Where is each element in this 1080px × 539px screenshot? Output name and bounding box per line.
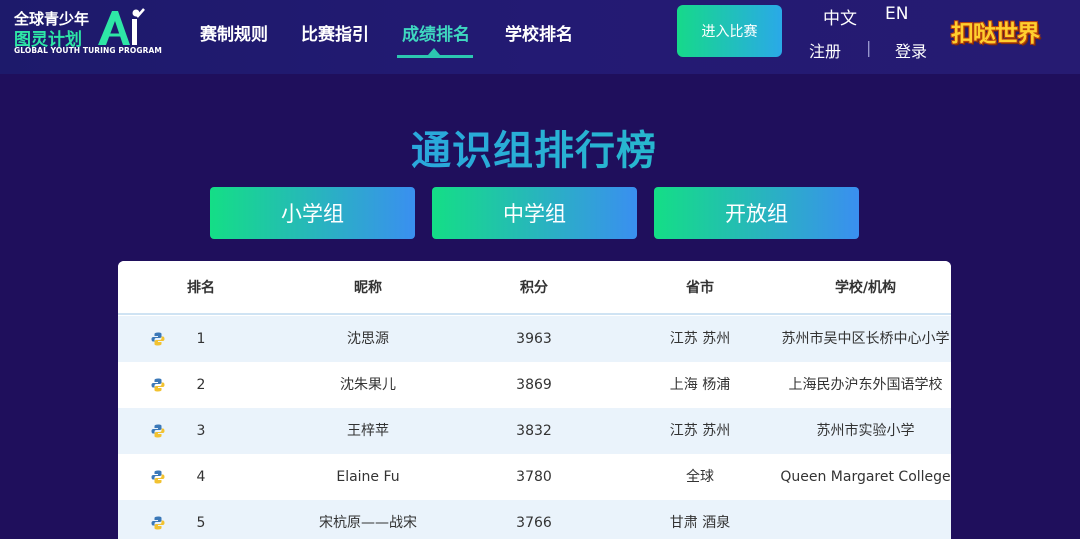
column-header-school: 学校/机构 <box>834 280 897 296</box>
cell-school <box>780 500 951 539</box>
cell-nickname: 宋杭原——战宋 <box>319 515 417 531</box>
cell-school: 苏州市实验小学 <box>816 423 915 439</box>
cell-nickname: Elaine Fu <box>336 469 400 485</box>
tab-primary-group[interactable]: 小学组 <box>210 187 415 239</box>
cell-nickname: 沈朱果儿 <box>340 377 396 393</box>
column-header-rank: 排名 <box>187 280 215 296</box>
python-icon <box>151 378 165 392</box>
auth-divider: | <box>866 38 872 57</box>
cell-school: 上海民办沪东外国语学校 <box>788 377 943 393</box>
nav-rules[interactable]: 赛制规则 <box>200 20 268 45</box>
cell-nickname: 沈思源 <box>347 331 389 347</box>
table-row: 1 沈思源 3963 江苏 苏州 苏州市吴中区长桥中心小学 <box>118 316 951 362</box>
python-icon <box>151 332 165 346</box>
column-header-province: 省市 <box>686 280 714 296</box>
cell-rank: 1 <box>196 331 206 347</box>
cell-rank: 5 <box>196 515 206 531</box>
cell-province: 甘肃 酒泉 <box>669 515 731 531</box>
column-header-nickname: 昵称 <box>354 280 382 296</box>
cell-score: 3963 <box>516 331 552 347</box>
lang-chinese[interactable]: 中文 <box>823 4 857 29</box>
ai-figure-icon <box>98 8 145 45</box>
login-link[interactable]: 登录 <box>895 38 927 62</box>
cell-school: 苏州市吴中区长桥中心小学 <box>781 331 950 347</box>
active-nav-indicator <box>428 48 440 55</box>
cell-rank: 3 <box>196 423 206 439</box>
tab-middle-group[interactable]: 中学组 <box>432 187 637 239</box>
top-header: 全球青少年 图灵计划 GLOBAL YOUTH TURING PROGRAM 赛… <box>0 0 1080 74</box>
brand-logo[interactable]: 扣哒世界 <box>951 14 1040 48</box>
cell-rank: 2 <box>196 377 206 393</box>
cell-nickname: 王梓苹 <box>347 423 389 439</box>
tab-open-group[interactable]: 开放组 <box>654 187 859 239</box>
table-row: 4 Elaine Fu 3780 全球 Queen Margaret Colle… <box>118 454 951 500</box>
table-row: 5 宋杭原——战宋 3766 甘肃 酒泉 <box>118 500 951 539</box>
cell-score: 3780 <box>516 469 552 485</box>
python-icon <box>151 516 165 530</box>
python-icon <box>151 424 165 438</box>
cell-school: Queen Margaret College <box>780 469 951 485</box>
python-icon <box>151 470 165 484</box>
cell-province: 江苏 苏州 <box>669 331 731 347</box>
lang-english[interactable]: EN <box>885 4 908 24</box>
cell-province: 全球 <box>686 469 714 485</box>
cell-score: 3869 <box>516 377 552 393</box>
cell-province: 上海 杨浦 <box>669 377 731 393</box>
nav-school-ranking[interactable]: 学校排名 <box>505 20 573 45</box>
column-header-score: 积分 <box>520 280 548 296</box>
nav-score-ranking[interactable]: 成绩排名 <box>402 20 470 45</box>
page-title: 通识组排行榜 <box>0 118 1068 176</box>
cell-score: 3832 <box>516 423 552 439</box>
enter-competition-button[interactable]: 进入比赛 <box>677 5 782 57</box>
ranking-table: 排名 昵称 积分 省市 学校/机构 1 沈思源 3963 江苏 苏州 苏州市吴中… <box>118 261 951 539</box>
logo-subtitle: GLOBAL YOUTH TURING PROGRAM <box>14 46 162 55</box>
table-row: 3 王梓苹 3832 江苏 苏州 苏州市实验小学 <box>118 408 951 454</box>
register-link[interactable]: 注册 <box>809 38 841 62</box>
table-row: 2 沈朱果儿 3869 上海 杨浦 上海民办沪东外国语学校 <box>118 362 951 408</box>
logo[interactable]: 全球青少年 图灵计划 GLOBAL YOUTH TURING PROGRAM <box>12 6 162 62</box>
nav-guide[interactable]: 比赛指引 <box>301 20 369 45</box>
cell-province: 江苏 苏州 <box>669 423 731 439</box>
active-nav-underline <box>397 55 473 58</box>
cell-rank: 4 <box>196 469 206 485</box>
cell-score: 3766 <box>516 515 552 531</box>
table-header: 排名 昵称 积分 省市 学校/机构 <box>118 261 951 315</box>
